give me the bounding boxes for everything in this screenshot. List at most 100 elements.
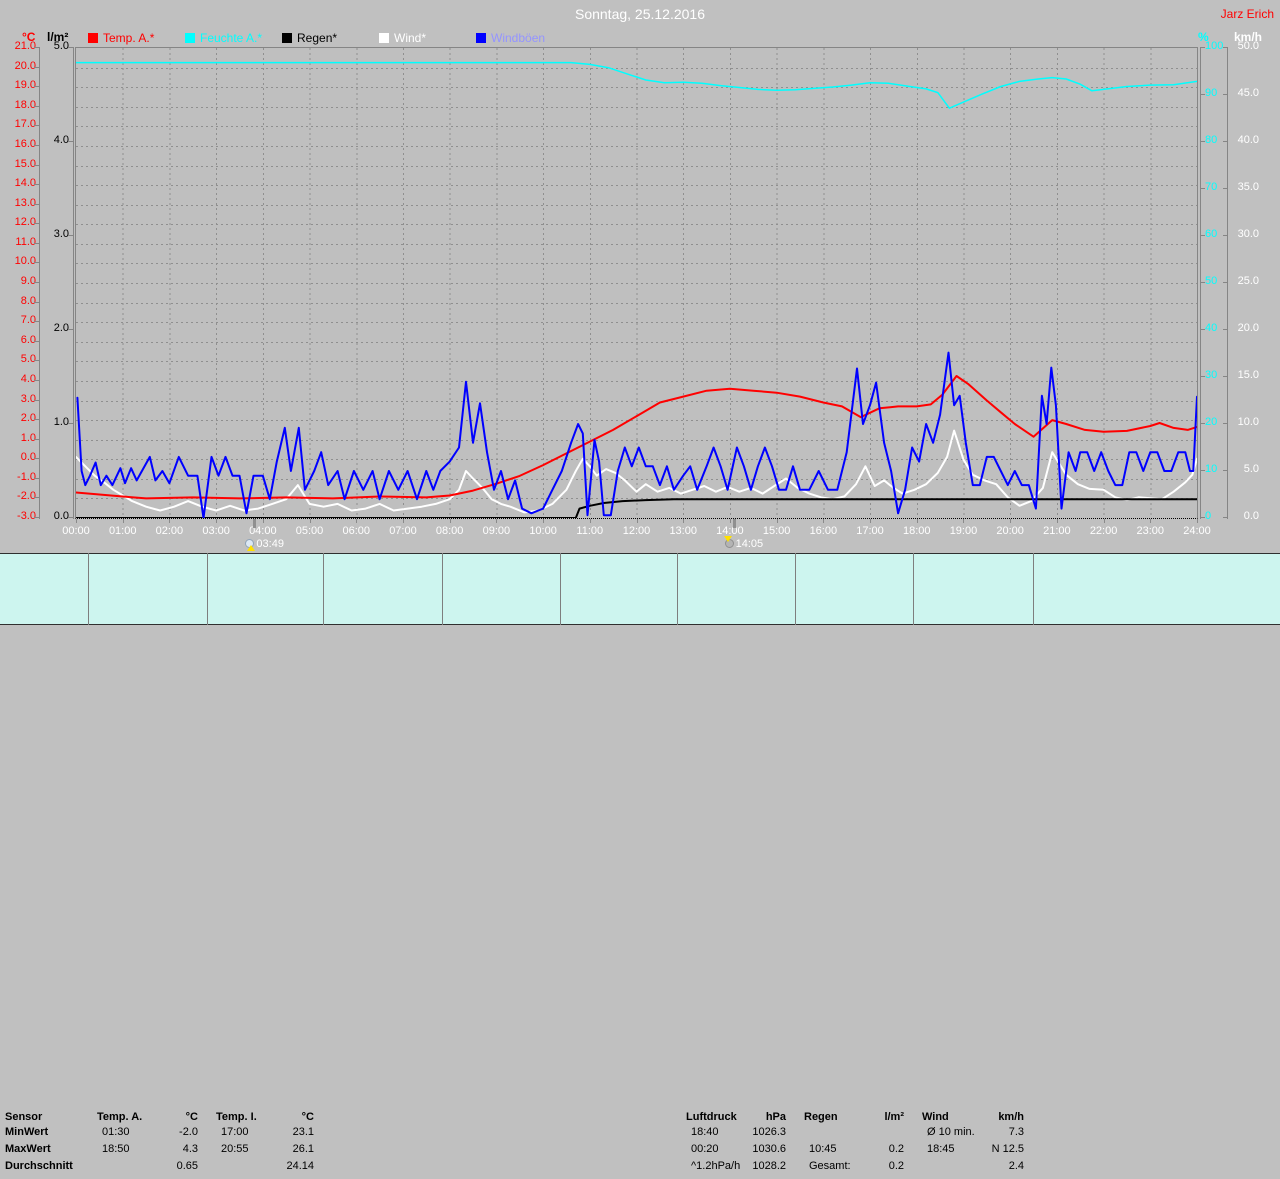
temp-axis-label: 19.0 — [14, 79, 36, 92]
temp-axis-line — [39, 47, 40, 519]
time-axis-label: 12:00 — [622, 525, 651, 537]
table-cell: 00:20 — [691, 1143, 719, 1155]
temp-axis-label: 20.0 — [14, 59, 36, 72]
temp-axis-tick — [34, 399, 39, 401]
temp-axis-label: 10.0 — [14, 255, 36, 268]
temp-axis-tick — [34, 184, 39, 186]
time-axis-tick — [1010, 519, 1012, 523]
table-row: 01:30 -2.0 — [89, 1124, 206, 1141]
temp-axis-tick — [34, 301, 39, 303]
table-cell: °C — [301, 1111, 314, 1123]
humidity-swatch-icon — [185, 33, 195, 43]
moon-time-label: 03:49 — [256, 538, 284, 550]
table-cell: Wind — [922, 1111, 949, 1123]
time-axis-tick — [169, 519, 171, 523]
table-cell: N 12.5 — [991, 1143, 1024, 1155]
legend-label: Temp. A.* — [103, 31, 155, 45]
time-axis-tick — [776, 519, 778, 523]
table-cell: 18:50 — [102, 1143, 130, 1155]
table-cell: 1028.2 — [752, 1160, 786, 1172]
row-label: Durchschnitt — [5, 1160, 73, 1172]
temp-axis-label: 7.0 — [20, 314, 36, 327]
summary-table: Sensor MinWert MaxWert Durchschnitt Temp… — [0, 553, 1280, 1172]
temp-axis-label: 5.0 — [20, 353, 36, 366]
wind-axis-label: 30.0 — [1237, 228, 1259, 240]
table-cell: 1026.3 — [752, 1126, 786, 1138]
wind-axis-label: 45.0 — [1237, 87, 1259, 99]
temp-axis-label: 0.0 — [20, 451, 36, 464]
time-axis-label: 03:00 — [202, 525, 230, 537]
moon-moonset-note: 14:05 — [723, 536, 763, 550]
table-divider — [1033, 553, 1034, 625]
wind-axis-tick — [1223, 470, 1228, 471]
table-cell: 0.2 — [888, 1143, 904, 1155]
table-row: 18:40 1026.3 — [678, 1124, 794, 1141]
moonset-icon — [723, 536, 734, 548]
legend-item-temp: Temp. A.* — [88, 31, 155, 45]
page-title: Sonntag, 25.12.2016 — [574, 6, 705, 22]
temp-axis-tick — [34, 458, 39, 460]
wind-axis-label: 40.0 — [1237, 134, 1259, 146]
rain-axis-label: 2.0 — [53, 322, 69, 334]
rain-axis-tick — [68, 329, 73, 330]
table-column-regen: Regen l/m² 10:45 0.2 Gesamt: 0.2 — [796, 1107, 912, 1179]
time-axis-label: 00:00 — [62, 525, 90, 537]
humidity-axis-tick — [1200, 94, 1205, 95]
humidity-axis-tick — [1200, 329, 1205, 330]
table-cell: ^1.2hPa/h — [691, 1160, 741, 1172]
temp-axis-tick — [34, 497, 39, 499]
wind-axis-tick — [1223, 47, 1228, 48]
table-divider — [913, 553, 914, 625]
time-axis-label: 05:00 — [295, 525, 324, 537]
temp-axis-label: 6.0 — [20, 333, 36, 346]
table-cell: 23.1 — [292, 1126, 314, 1138]
rain-axis-tick — [68, 235, 73, 236]
table-cell: 4.3 — [182, 1143, 198, 1155]
temp-axis-label: 15.0 — [14, 157, 36, 170]
table-cell: Luftdruck — [686, 1111, 737, 1123]
rain-axis-tick — [68, 423, 73, 424]
temp-axis-tick — [34, 360, 39, 362]
time-axis-tick — [1103, 519, 1105, 523]
rain-axis-tick — [68, 47, 73, 48]
table-column-tempi: Temp. I. °C 17:00 23.1 20:55 26.1 24.14 — [208, 1107, 322, 1179]
rain-axis-label: 1.0 — [53, 416, 69, 428]
time-axis-tick — [823, 519, 825, 523]
table-divider — [677, 553, 678, 625]
table-row: 18:45 N 12.5 — [914, 1141, 1032, 1158]
temp-axis-tick — [34, 340, 39, 342]
row-label: MinWert — [5, 1126, 49, 1138]
temp-axis-tick — [34, 47, 39, 48]
time-axis-tick — [543, 519, 545, 523]
rain-axis-tick — [68, 517, 73, 518]
time-axis-tick — [402, 519, 404, 523]
row-label: Sensor — [5, 1111, 43, 1123]
time-axis-label: 17:00 — [856, 525, 884, 537]
time-axis-label: 07:00 — [389, 525, 417, 537]
wind-swatch-icon — [379, 33, 389, 43]
humidity-axis-tick — [1200, 188, 1205, 189]
wind-axis-tick — [1223, 141, 1228, 142]
humidity-axis-tick — [1200, 235, 1205, 236]
wind-axis-tick — [1223, 517, 1228, 518]
table-cell: 1030.6 — [752, 1143, 786, 1155]
time-axis-label: 22:00 — [1089, 525, 1118, 537]
temp-axis-label: 11.0 — [15, 235, 36, 248]
table-cell: l/m² — [884, 1111, 904, 1123]
legend-item-gusts: Windböen — [476, 31, 545, 45]
rain-axis-label: 4.0 — [53, 134, 69, 146]
chart-plot-area — [75, 47, 1198, 519]
temp-axis-label: -3.0 — [17, 510, 36, 522]
temp-axis-tick — [34, 419, 39, 421]
time-axis-tick — [870, 519, 872, 523]
temp-axis-tick — [34, 66, 39, 68]
moon-marker-tick — [732, 519, 736, 528]
time-axis-tick — [683, 519, 685, 523]
table-header-row: Regen l/m² — [796, 1107, 912, 1124]
temp-axis-label: 12.0 — [14, 216, 36, 229]
rain-axis-line — [73, 47, 74, 519]
rain-swatch-icon — [282, 33, 292, 43]
temp-axis-label: 17.0 — [14, 118, 36, 131]
table-cell: Regen — [804, 1111, 838, 1123]
temp-axis-label: 16.0 — [14, 137, 36, 150]
